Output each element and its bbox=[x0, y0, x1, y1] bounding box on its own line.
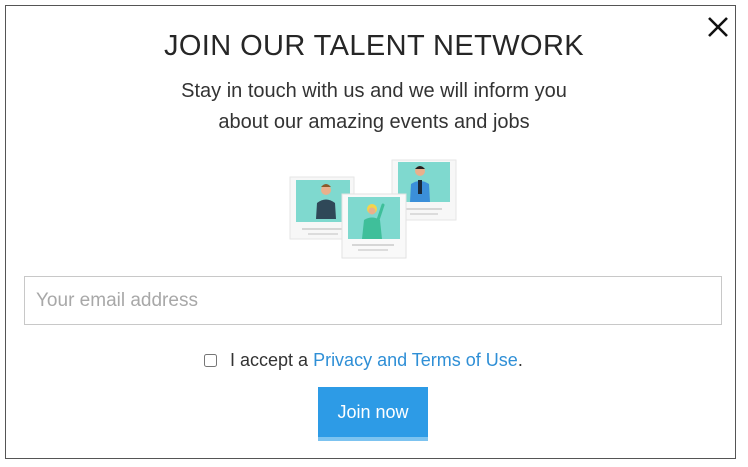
person-card-center bbox=[341, 193, 407, 259]
consent-text: I accept a bbox=[230, 349, 314, 370]
privacy-terms-link[interactable]: Privacy and Terms of Use bbox=[313, 350, 518, 371]
consent-row[interactable]: I accept a Privacy and Terms of Use. bbox=[204, 348, 523, 372]
join-now-button[interactable]: Join now bbox=[318, 387, 428, 441]
modal-title: JOIN OUR TALENT NETWORK bbox=[163, 30, 585, 62]
consent-suffix: . bbox=[517, 349, 523, 370]
email-input[interactable] bbox=[24, 276, 722, 325]
consent-checkbox[interactable] bbox=[204, 353, 217, 367]
modal-subtitle-line-1: Stay in touch with us and we will inform… bbox=[181, 80, 567, 102]
people-cards-illustration bbox=[289, 159, 457, 259]
modal-subtitle-line-2: about our amazing events and jobs bbox=[218, 111, 530, 133]
